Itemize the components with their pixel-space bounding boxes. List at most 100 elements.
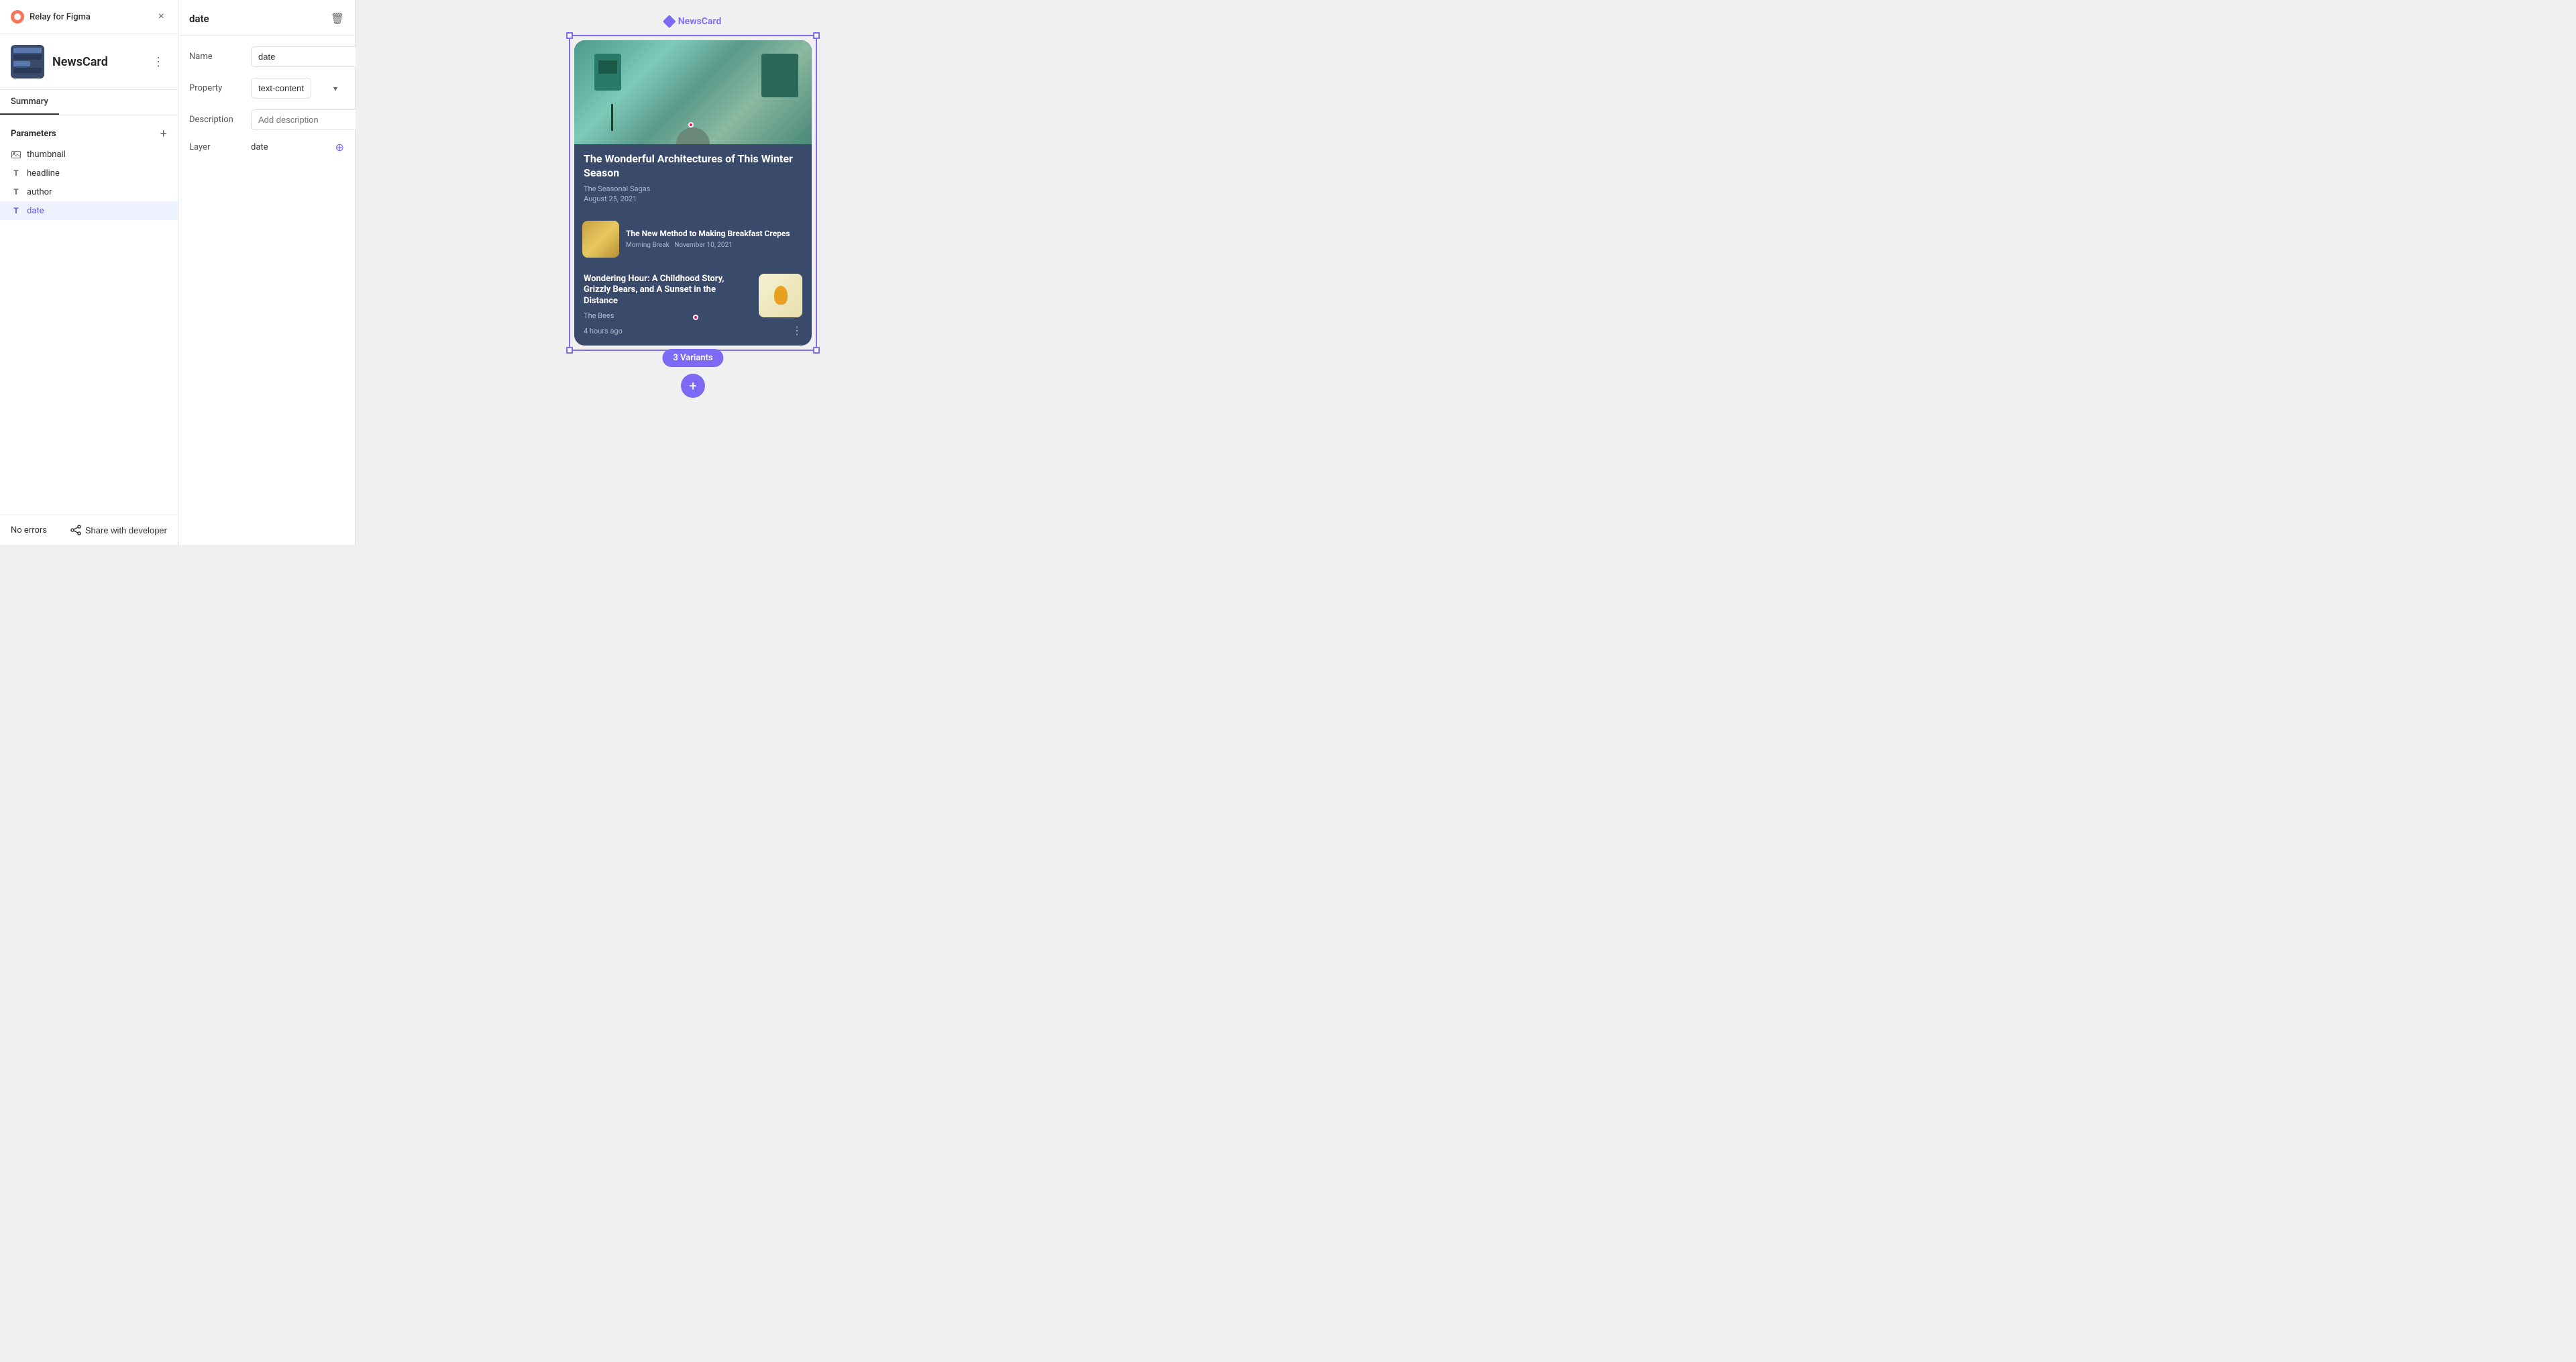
left-panel: Relay for Figma × NewsCard ⋮ Summary Par… <box>0 0 178 545</box>
layer-row: Layer date ⊕ <box>189 141 344 154</box>
add-variant-button[interactable]: + <box>681 374 705 398</box>
card2-date: November 10, 2021 <box>674 242 733 249</box>
share-label: Share with developer <box>85 525 167 535</box>
close-button[interactable]: × <box>156 8 167 25</box>
author-icon: T <box>11 187 21 197</box>
hero-image <box>574 40 812 144</box>
share-button[interactable]: Share with developer <box>70 525 167 535</box>
hero-content: The Wonderful Architectures of This Wint… <box>574 144 812 213</box>
component-more-button[interactable]: ⋮ <box>150 52 167 72</box>
app-name: Relay for Figma <box>30 12 91 22</box>
food-image <box>582 221 619 258</box>
hero-dot <box>688 122 694 127</box>
canvas-area: NewsCard The Wonderful Architectures of … <box>356 0 1030 545</box>
card-row: The New Method to Making Breakfast Crepe… <box>574 214 812 264</box>
param-label-date: date <box>27 206 44 216</box>
param-item-date[interactable]: T date <box>0 201 178 220</box>
thumb-bar-3 <box>13 61 30 66</box>
card3-date: 4 hours ago <box>584 327 623 335</box>
thumb-bar-2 <box>13 54 42 60</box>
relay-logo-inner <box>14 13 21 20</box>
tab-summary[interactable]: Summary <box>0 90 59 115</box>
property-title: date <box>189 13 209 25</box>
property-editor-panel: date 🗑 Name Property text-content visibi… <box>178 0 356 545</box>
hero-lamp <box>611 104 613 131</box>
diamond-icon <box>663 15 676 28</box>
delete-button[interactable]: 🗑 <box>331 12 344 25</box>
hero-arch <box>676 127 710 144</box>
card3-title: Wondering Hour: A Childhood Story, Grizz… <box>584 274 752 308</box>
card2-meta: Morning Break November 10, 2021 <box>626 242 804 249</box>
description-label: Description <box>189 115 243 125</box>
relay-logo <box>11 10 24 23</box>
select-arrow-icon: ▾ <box>333 84 337 93</box>
canvas-component-name: NewsCard <box>678 16 721 27</box>
newscard-component-label: NewsCard <box>665 16 721 27</box>
more-dots-icon[interactable]: ⋮ <box>792 325 802 336</box>
property-row: Property text-content visibility src ▾ <box>189 78 344 99</box>
card-hero: The Wonderful Architectures of This Wint… <box>574 40 812 213</box>
property-select[interactable]: text-content visibility src <box>251 78 311 99</box>
handle-bottom-left[interactable] <box>566 347 573 354</box>
card2-content: The New Method to Making Breakfast Crepe… <box>626 229 804 250</box>
params-title: Parameters <box>11 129 56 139</box>
param-item-thumbnail[interactable]: thumbnail <box>0 145 178 164</box>
share-icon <box>70 525 81 535</box>
thumb-bar-1 <box>13 48 42 53</box>
property-header: date 🗑 <box>178 0 355 36</box>
thumb-bar-4 <box>13 68 42 73</box>
layer-label: Layer <box>189 142 243 152</box>
target-icon[interactable]: ⊕ <box>335 141 344 154</box>
param-item-author[interactable]: T author <box>0 182 178 201</box>
newscard-component: The Wonderful Architectures of This Wint… <box>574 40 812 346</box>
date-icon: T <box>11 205 21 216</box>
variants-button[interactable]: 3 Variants <box>662 349 723 367</box>
card3-content: Wondering Hour: A Childhood Story, Grizz… <box>584 274 752 321</box>
card2-thumbnail <box>582 221 619 258</box>
hero-window-2 <box>767 59 793 78</box>
add-parameter-button[interactable]: + <box>160 127 167 140</box>
headline-T-icon: T <box>13 168 18 178</box>
description-row: Description <box>189 109 344 130</box>
date-T-icon: T <box>13 206 18 215</box>
card1-title: The Wonderful Architectures of This Wint… <box>584 152 802 180</box>
panel-header: Relay for Figma × <box>0 0 178 34</box>
param-label-headline: headline <box>27 168 60 178</box>
component-header: NewsCard ⋮ <box>0 34 178 90</box>
hero-window-1 <box>598 60 617 74</box>
component-name: NewsCard <box>52 55 142 69</box>
app-title-row: Relay for Figma <box>11 10 91 23</box>
handle-top-right[interactable] <box>813 32 820 39</box>
property-label: Property <box>189 83 243 93</box>
handle-bottom-right[interactable] <box>813 347 820 354</box>
component-thumbnail <box>11 45 44 78</box>
name-row: Name <box>189 46 344 67</box>
tab-area: Summary <box>0 90 178 115</box>
panel-footer: No errors Share with developer <box>0 515 178 545</box>
card3-date-row: 4 hours ago ⋮ <box>584 325 802 336</box>
card3-author: The Bees <box>584 311 752 320</box>
selection-box: The Wonderful Architectures of This Wint… <box>569 35 817 351</box>
param-item-headline[interactable]: T headline <box>0 164 178 182</box>
no-errors-label: No errors <box>11 525 47 535</box>
property-select-wrapper: text-content visibility src ▾ <box>251 78 344 99</box>
layer-value: date <box>251 142 327 152</box>
card-bottom: Wondering Hour: A Childhood Story, Grizz… <box>574 266 812 346</box>
headline-icon: T <box>11 168 21 178</box>
card3-thumbnail <box>759 274 802 317</box>
bee-body <box>774 286 788 305</box>
bee-image <box>759 274 802 317</box>
param-label-author: author <box>27 187 52 197</box>
params-section: Parameters + thumbnail T headline T <box>0 115 178 515</box>
card2-title: The New Method to Making Breakfast Crepe… <box>626 229 804 240</box>
card2-author: Morning Break <box>626 242 669 249</box>
handle-top-left[interactable] <box>566 32 573 39</box>
param-label-thumbnail: thumbnail <box>27 150 66 160</box>
property-form: Name Property text-content visibility sr… <box>178 36 355 164</box>
name-label: Name <box>189 52 243 62</box>
card-bottom-layout: Wondering Hour: A Childhood Story, Grizz… <box>584 274 802 321</box>
card1-date: August 25, 2021 <box>584 195 802 203</box>
card1-author: The Seasonal Sagas <box>584 185 802 193</box>
thumbnail-icon <box>11 149 21 160</box>
tab-row: Summary <box>0 90 178 115</box>
